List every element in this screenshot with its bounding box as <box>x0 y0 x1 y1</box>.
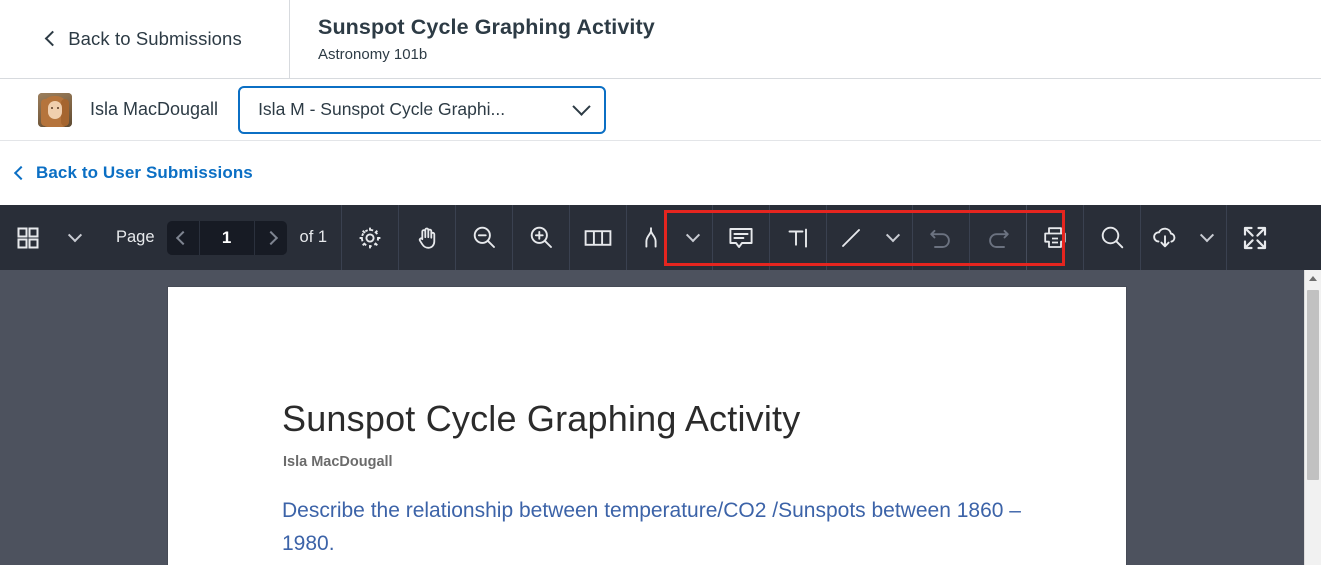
page-number-input[interactable]: 1 <box>198 220 255 255</box>
hand-icon <box>418 227 436 249</box>
fullscreen-button[interactable] <box>1227 205 1283 270</box>
chevron-down-icon <box>67 227 83 242</box>
vertical-scrollbar[interactable] <box>1304 270 1321 565</box>
ink-tool-button[interactable] <box>627 205 674 270</box>
previous-page-button[interactable] <box>167 221 199 255</box>
text-tool-button[interactable] <box>770 205 826 270</box>
zoom-in-button[interactable] <box>513 205 569 270</box>
gear-icon <box>359 227 381 248</box>
print-button[interactable] <box>1027 205 1083 270</box>
download-button[interactable] <box>1141 205 1188 270</box>
ink-pen-icon <box>645 226 657 248</box>
zoom-out-button[interactable] <box>456 205 512 270</box>
back-to-user-submissions-label: Back to User Submissions <box>36 163 253 182</box>
document-page: Sunspot Cycle Graphing Activity Isla Mac… <box>168 287 1126 565</box>
redo-icon <box>989 229 1009 248</box>
comment-bubble-icon <box>729 227 753 248</box>
scroll-up-button[interactable] <box>1305 270 1321 287</box>
search-button[interactable] <box>1084 205 1140 270</box>
text-tool-icon <box>788 228 808 248</box>
chevron-down-icon <box>1200 227 1215 242</box>
page-header: Back to Submissions Sunspot Cycle Graphi… <box>0 0 1321 79</box>
document-viewer-canvas[interactable]: Sunspot Cycle Graphing Activity Isla Mac… <box>0 270 1321 565</box>
back-to-submissions-button[interactable]: Back to Submissions <box>0 0 290 78</box>
speedgrader-document-viewer: Back to Submissions Sunspot Cycle Graphi… <box>0 0 1321 565</box>
chevron-left-icon <box>44 30 61 47</box>
printer-icon <box>1044 226 1066 248</box>
settings-button[interactable] <box>342 205 398 270</box>
chevron-down-icon <box>572 97 591 116</box>
student-name: Isla MacDougall <box>90 99 219 119</box>
line-tool-button[interactable] <box>827 205 874 270</box>
page-navigation: 1 <box>166 220 287 255</box>
fullscreen-icon <box>1243 226 1267 249</box>
scroll-thumb[interactable] <box>1307 290 1319 480</box>
cloud-download-icon <box>1152 227 1175 247</box>
course-name: Astronomy 101b <box>318 45 428 63</box>
page-title: Sunspot Cycle Graphing Activity <box>318 15 655 40</box>
document-toolbar: Page 1 of 1 <box>0 205 1321 270</box>
undo-icon <box>930 229 950 248</box>
back-to-submissions-label: Back to Submissions <box>68 28 242 49</box>
magnifier-plus-icon <box>530 226 552 248</box>
grid-thumbnails-icon <box>17 227 39 248</box>
chevron-left-icon <box>13 165 29 181</box>
page-layout-button[interactable] <box>570 205 626 270</box>
comment-tool-button[interactable] <box>713 205 769 270</box>
page-total-label: of 1 <box>299 228 328 246</box>
next-page-button[interactable] <box>255 221 287 255</box>
chevron-right-icon <box>263 230 278 245</box>
line-tool-icon <box>841 228 860 247</box>
back-to-user-submissions-row: Back to User Submissions <box>0 141 1321 205</box>
document-author: Isla MacDougall <box>283 454 393 470</box>
submission-select-value: Isla M - Sunspot Cycle Graphi... <box>258 99 506 119</box>
download-menu-button[interactable] <box>1188 205 1226 270</box>
chevron-down-icon <box>886 227 901 242</box>
back-to-user-submissions-link[interactable]: Back to User Submissions <box>13 163 253 183</box>
magnifier-minus-icon <box>473 226 495 248</box>
ink-tool-menu-button[interactable] <box>674 205 712 270</box>
user-submission-bar: Isla MacDougall Isla M - Sunspot Cycle G… <box>0 79 1321 141</box>
search-icon <box>1101 226 1123 249</box>
document-prompt: Describe the relationship between temper… <box>282 499 1021 555</box>
undo-button[interactable] <box>913 205 969 270</box>
page-label: Page <box>116 228 155 246</box>
scroll-up-arrow-icon <box>1309 276 1317 281</box>
document-heading: Sunspot Cycle Graphing Activity <box>282 398 801 439</box>
chevron-down-icon <box>686 227 701 242</box>
assignment-title-block: Sunspot Cycle Graphing Activity Astronom… <box>290 0 655 78</box>
pan-tool-button[interactable] <box>399 205 455 270</box>
submission-select[interactable]: Isla M - Sunspot Cycle Graphi... <box>238 85 607 134</box>
line-tool-menu-button[interactable] <box>874 205 912 270</box>
chevron-left-icon <box>175 230 190 245</box>
page-layout-icon <box>584 229 612 246</box>
thumbnails-menu-button[interactable] <box>56 205 94 270</box>
avatar <box>38 92 72 127</box>
thumbnails-button[interactable] <box>0 205 56 270</box>
redo-button[interactable] <box>970 205 1026 270</box>
